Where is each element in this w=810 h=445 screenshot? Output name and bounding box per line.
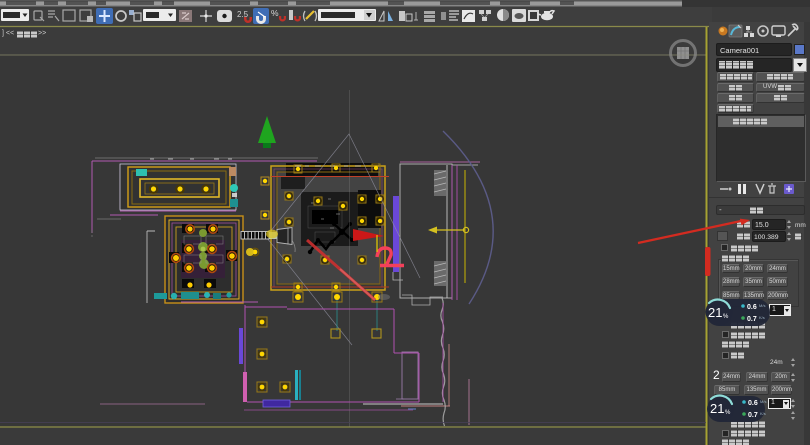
svg-text:21: 21 [708, 305, 722, 320]
svg-text:%: % [723, 314, 729, 320]
svg-text:0.7: 0.7 [748, 412, 758, 419]
svg-text:0.6: 0.6 [747, 304, 757, 311]
svg-text:M/s: M/s [760, 399, 766, 404]
svg-text:K/s: K/s [759, 315, 765, 320]
svg-text:21: 21 [710, 401, 724, 416]
svg-text:0.6: 0.6 [748, 400, 758, 407]
svg-text:0.7: 0.7 [747, 316, 757, 323]
svg-text:M/s: M/s [759, 303, 765, 308]
svg-text:K/s: K/s [760, 411, 766, 416]
svg-text:%: % [725, 410, 731, 416]
